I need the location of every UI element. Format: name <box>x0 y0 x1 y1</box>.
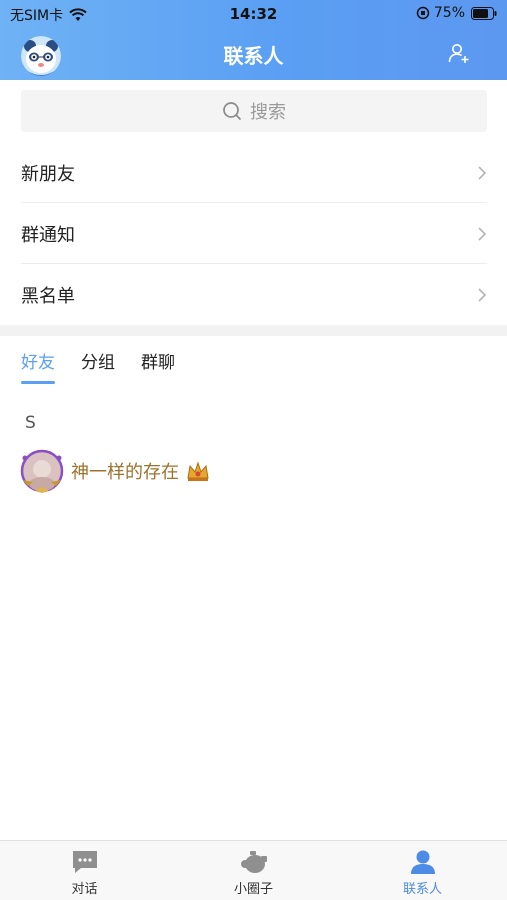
menu-item-label: 群通知 <box>21 224 75 246</box>
search-icon <box>223 102 242 121</box>
menu-new-friends[interactable]: 新朋友 <box>21 143 487 203</box>
tabbar-contacts[interactable]: 联系人 <box>338 841 507 900</box>
contact-tabs: 好友 分组 群聊 <box>21 348 201 388</box>
menu-item-label: 黑名单 <box>21 286 75 307</box>
tabbar-label: 小圈子 <box>233 882 273 897</box>
contacts-icon <box>410 850 435 874</box>
tab-friends[interactable]: 好友 <box>21 348 55 384</box>
tabbar-label: 联系人 <box>402 882 442 897</box>
tab-group-chats[interactable]: 群聊 <box>141 348 175 384</box>
tabbar-chat[interactable]: 对话 <box>0 841 169 900</box>
add-contact-icon[interactable] <box>447 41 471 65</box>
tab-groups[interactable]: 分组 <box>81 348 115 384</box>
tabbar-label: 对话 <box>71 882 98 897</box>
battery-icon <box>471 6 497 20</box>
section-index-letter: S <box>25 413 36 433</box>
chevron-right-icon <box>478 165 487 180</box>
bottom-tab-bar: 对话 小圈子 联系人 <box>0 840 507 900</box>
crown-badge-icon <box>187 461 209 481</box>
menu-item-label: 新朋友 <box>21 163 75 185</box>
tabbar-circle[interactable]: 小圈子 <box>169 841 338 900</box>
header-bar: 无SIM卡 14:32 75% 联系人 <box>0 0 507 80</box>
contact-avatar <box>20 449 64 493</box>
search-placeholder: 搜索 <box>250 102 286 123</box>
status-right: 75% <box>416 5 497 21</box>
circle-icon <box>240 851 267 873</box>
section-divider <box>0 325 507 336</box>
battery-percent: 75% <box>433 5 465 21</box>
contact-name: 神一样的存在 <box>71 462 179 483</box>
chat-icon <box>72 851 97 873</box>
orientation-lock-icon <box>416 6 430 20</box>
status-bar: 无SIM卡 14:32 75% <box>0 0 507 28</box>
menu-blacklist[interactable]: 黑名单 <box>21 265 487 325</box>
menu-group-notice[interactable]: 群通知 <box>21 204 487 264</box>
contact-row[interactable]: 神一样的存在 <box>19 446 211 496</box>
nav-bar: 联系人 <box>0 28 507 80</box>
chevron-right-icon <box>478 288 487 302</box>
chevron-right-icon <box>478 226 487 241</box>
page-title: 联系人 <box>223 44 284 68</box>
search-bar[interactable]: 搜索 <box>21 90 487 132</box>
